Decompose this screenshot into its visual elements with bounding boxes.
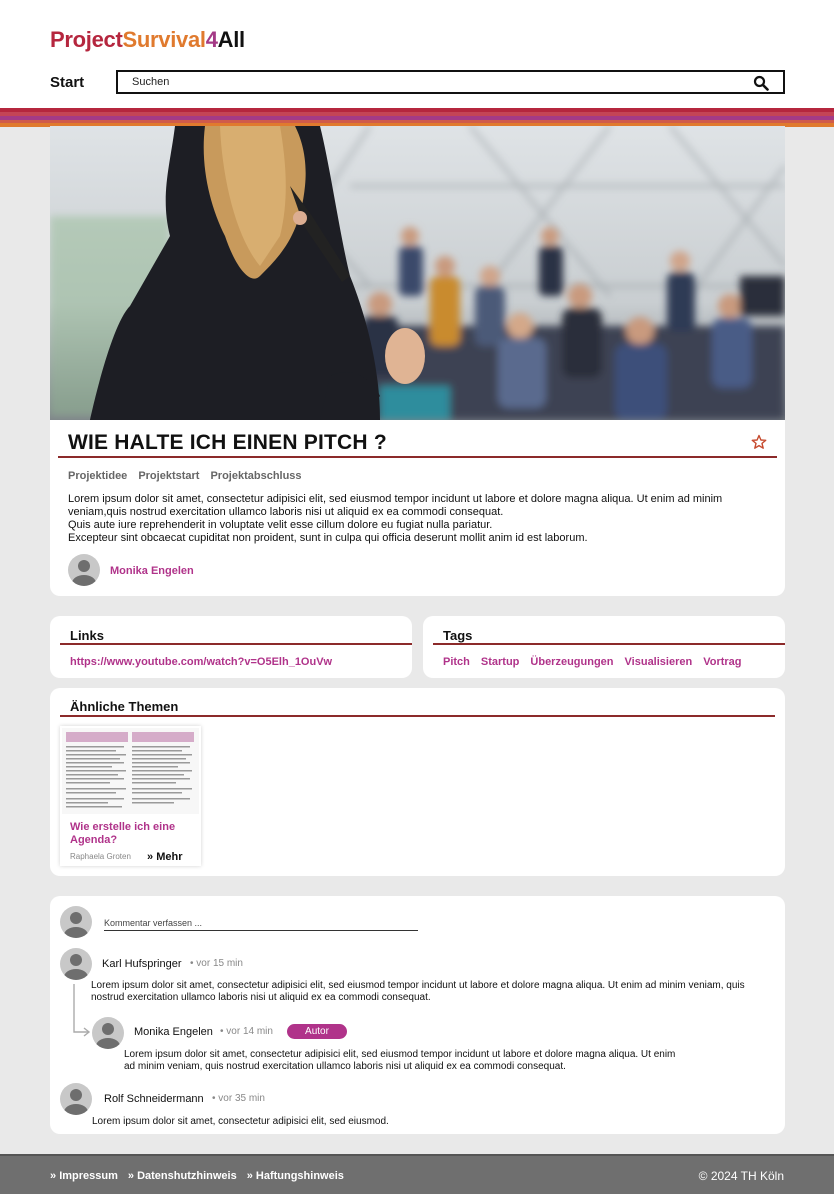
tags-divider (433, 643, 785, 645)
title-divider (58, 456, 777, 458)
tag-list: Pitch Startup Überzeugungen Visualisiere… (443, 656, 742, 668)
article-paragraph: Quis aute iure reprehenderit in voluptat… (68, 519, 493, 531)
reply-author-name[interactable]: Monika Engelen (134, 1026, 213, 1038)
related-topics-card: Ähnliche Themen Wie erstelle ich eine Ag… (50, 688, 785, 876)
category-projektstart[interactable]: Projektstart (138, 470, 199, 482)
tag-pitch[interactable]: Pitch (443, 656, 470, 668)
logo-part-project: Project (50, 27, 123, 52)
reply-thread-arrow-icon (73, 984, 91, 1037)
comment-author-name[interactable]: Karl Hufspringer (102, 958, 181, 970)
tags-card: Tags Pitch Startup Überzeugungen Visuali… (423, 616, 785, 678)
article-body: Lorem ipsum dolor sit amet, consectetur … (68, 493, 768, 545)
favorite-star-icon[interactable] (751, 434, 767, 450)
footer-copyright: © 2024 TH Köln (698, 1169, 784, 1183)
comment-time: • vor 35 min (212, 1093, 265, 1104)
footer-link-haftung[interactable]: » Haftungshinweis (247, 1170, 344, 1182)
comment-input[interactable] (104, 916, 418, 931)
tag-startup[interactable]: Startup (481, 656, 520, 668)
related-item[interactable]: Wie erstelle ich eine Agenda? Raphaela G… (60, 726, 201, 866)
comment-author-name[interactable]: Rolf Schneidermann (104, 1093, 204, 1105)
links-heading: Links (70, 628, 104, 643)
tag-vortrag[interactable]: Vortrag (703, 656, 741, 668)
comments-card: Karl Hufspringer • vor 15 min Lorem ipsu… (50, 896, 785, 1134)
comment-time-label: vor 35 min (218, 1093, 265, 1104)
site-logo[interactable]: ProjectSurvival4All (50, 27, 245, 53)
related-item-author: Raphaela Groten (70, 852, 131, 861)
comment-text: Lorem ipsum dolor sit amet, consectetur … (91, 980, 745, 1003)
search-bar (116, 70, 785, 94)
footer-link-label: Datenshutzhinweis (137, 1170, 237, 1182)
author-badge: Autor (287, 1024, 347, 1039)
related-more-link[interactable]: » Mehr (147, 851, 182, 863)
footer-link-label: Impressum (59, 1170, 118, 1182)
logo-part-survival: Survival (122, 27, 206, 52)
current-user-avatar (60, 906, 92, 938)
youtube-link[interactable]: https://www.youtube.com/watch?v=O5Elh_1O… (70, 656, 332, 668)
related-heading: Ähnliche Themen (70, 699, 179, 714)
comment-time: • vor 15 min (190, 958, 243, 969)
footer-link-impressum[interactable]: » Impressum (50, 1170, 118, 1182)
related-more-label: Mehr (156, 851, 183, 863)
article-categories: Projektidee Projektstart Projektabschlus… (68, 470, 302, 482)
tags-heading: Tags (443, 628, 473, 643)
logo-part-4: 4 (205, 27, 218, 52)
article-card: WIE HALTE ICH EINEN PITCH ? Projektidee … (50, 126, 785, 596)
comment-text: Lorem ipsum dolor sit amet, consectetur … (92, 1116, 389, 1127)
comment-time-label: vor 15 min (196, 958, 243, 969)
search-icon[interactable] (753, 75, 769, 91)
tag-ueberzeugungen[interactable]: Überzeugungen (530, 656, 613, 668)
double-chevron-right-icon: » (246, 1170, 253, 1182)
links-card: Links https://www.youtube.com/watch?v=O5… (50, 616, 412, 678)
related-item-title: Wie erstelle ich eine Agenda? (70, 821, 176, 846)
logo-part-all: All (217, 27, 246, 52)
category-projektabschluss[interactable]: Projektabschluss (210, 470, 301, 482)
related-divider (60, 715, 775, 717)
links-divider (60, 643, 412, 645)
reply-author-avatar[interactable] (92, 1017, 124, 1049)
nav-start-link[interactable]: Start (50, 74, 84, 91)
site-header: ProjectSurvival4All Start (0, 0, 834, 108)
related-thumbnail (62, 728, 199, 814)
author-avatar[interactable] (68, 554, 100, 586)
tag-visualisieren[interactable]: Visualisieren (625, 656, 693, 668)
double-chevron-right-icon: » (147, 851, 154, 863)
article-author[interactable]: Monika Engelen (110, 565, 194, 577)
reply-time: • vor 14 min (220, 1026, 273, 1037)
commenter-avatar[interactable] (60, 1083, 92, 1115)
reply-text: Lorem ipsum dolor sit amet, consectetur … (124, 1049, 676, 1072)
article-paragraph: Excepteur sint obcaecat cupiditat non pr… (68, 532, 588, 544)
article-hero-image (50, 126, 785, 420)
double-chevron-right-icon: » (50, 1170, 57, 1182)
reply-time-label: vor 14 min (226, 1026, 273, 1037)
footer-link-label: Haftungshinweis (255, 1170, 344, 1182)
category-projektidee[interactable]: Projektidee (68, 470, 127, 482)
footer-link-datenschutz[interactable]: » Datenshutzhinweis (128, 1170, 237, 1182)
article-title: WIE HALTE ICH EINEN PITCH ? (68, 431, 387, 454)
footer-links: » Impressum » Datenshutzhinweis » Haftun… (50, 1170, 344, 1182)
double-chevron-right-icon: » (127, 1170, 135, 1182)
article-paragraph: Lorem ipsum dolor sit amet, consectetur … (68, 493, 723, 518)
site-footer: » Impressum » Datenshutzhinweis » Haftun… (0, 1154, 834, 1194)
search-input[interactable] (118, 72, 738, 92)
commenter-avatar[interactable] (60, 948, 92, 980)
